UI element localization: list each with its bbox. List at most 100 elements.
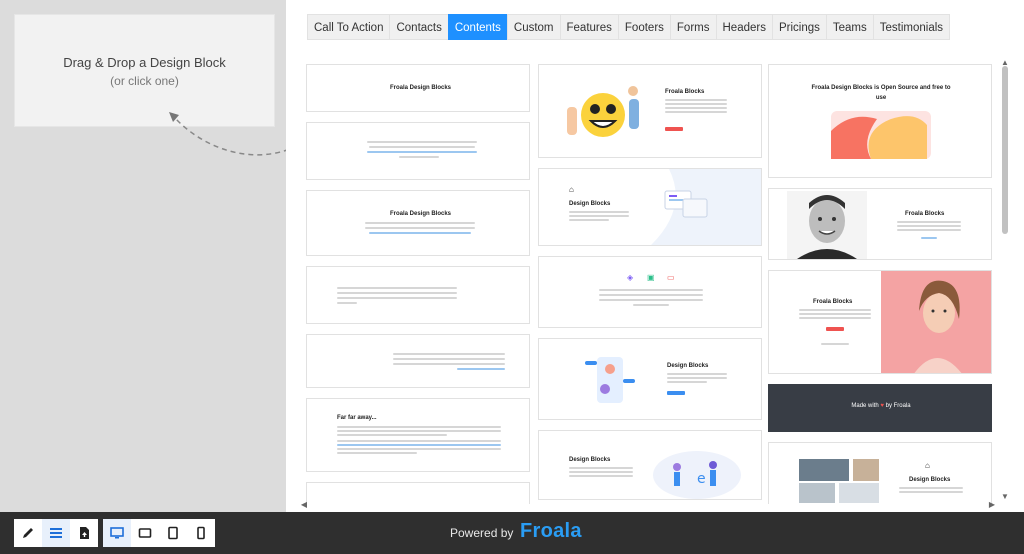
block-title: Design Blocks (569, 201, 611, 207)
block-title: Design Blocks (667, 363, 709, 369)
block-thumbnail[interactable]: Froala Blocks (768, 188, 992, 260)
blocks-column-1: Froala Design Blocks Froala Design Block… (306, 64, 530, 504)
block-thumbnail[interactable] (306, 334, 530, 388)
made-with-label: Made with ♥ by Froala (769, 403, 991, 409)
text-line (633, 304, 669, 306)
desktop-view-button[interactable] (103, 519, 131, 547)
block-thumbnail[interactable]: Froala Design Blocks is Open Source and … (768, 64, 992, 178)
block-thumbnail[interactable]: Froala Design Blocks (306, 64, 530, 112)
chat-people-illustration-icon (585, 357, 635, 403)
scroll-thumb[interactable] (1002, 66, 1008, 234)
scroll-left-icon[interactable]: ◀ (300, 500, 308, 509)
tab-footers[interactable]: Footers (617, 14, 671, 40)
github-icon: ⌂ (925, 461, 930, 470)
text-line (367, 151, 477, 153)
block-thumbnail[interactable]: ◈ ▣ ▭ (538, 256, 762, 328)
mobile-view-button[interactable] (187, 519, 215, 547)
tablet-icon (168, 526, 178, 540)
tablet-view-button[interactable] (159, 519, 187, 547)
text-line (569, 211, 629, 213)
blocks-column-2: Froala Blocks ⌂ Design Blocks ◈ ▣ ▭ Desi… (538, 64, 762, 504)
text-line (337, 430, 501, 432)
monitor-icon: ▭ (667, 273, 675, 282)
laptop-view-button[interactable] (131, 519, 159, 547)
desktop-icon (110, 527, 124, 539)
tab-headers[interactable]: Headers (715, 14, 773, 40)
text-line (393, 353, 505, 355)
tab-custom[interactable]: Custom (506, 14, 561, 40)
block-title: Design Blocks (909, 477, 951, 483)
emoji-illustration-icon (567, 86, 639, 137)
scroll-right-icon[interactable]: ▶ (988, 500, 996, 509)
text-line (667, 377, 727, 379)
text-line (599, 299, 703, 301)
text-line (667, 381, 707, 383)
block-thumbnail[interactable]: Froala Blocks (538, 64, 762, 158)
vertical-scrollbar[interactable]: ▲ ▼ (998, 58, 1012, 504)
tab-teams[interactable]: Teams (825, 14, 874, 40)
text-line (899, 487, 963, 489)
tab-contents[interactable]: Contents (447, 14, 508, 40)
block-thumbnail[interactable] (306, 266, 530, 324)
text-line (899, 491, 963, 493)
block-title: Froala Design Blocks is Open Source and … (811, 85, 951, 101)
tab-features[interactable]: Features (559, 14, 619, 40)
text-line (365, 222, 475, 224)
horizontal-scrollbar[interactable]: ◀ ▶ (300, 500, 1000, 510)
block-thumbnail[interactable]: Froala Design Blocks (306, 190, 530, 256)
scroll-down-icon[interactable]: ▼ (1001, 492, 1009, 501)
builder-stage: Drag & Drop a Design Block (or click one… (0, 0, 1024, 512)
froala-logo[interactable]: Froala (520, 520, 582, 543)
text-line (921, 237, 937, 239)
text-line (365, 227, 475, 229)
text-line (665, 107, 727, 109)
blocks-button[interactable] (42, 519, 70, 547)
tab-call-to-action[interactable]: Call To Action (307, 14, 391, 40)
text-line (599, 289, 703, 291)
pencil-icon (23, 528, 33, 538)
block-title: Froala Blocks (905, 211, 945, 217)
text-line (457, 368, 505, 370)
edit-tools-group (14, 519, 98, 547)
text-line (667, 373, 727, 375)
block-thumbnail[interactable] (306, 122, 530, 180)
text-line (337, 302, 357, 304)
tab-forms[interactable]: Forms (669, 14, 717, 40)
block-thumbnails-grid: Froala Design Blocks Froala Design Block… (306, 64, 998, 504)
edit-button[interactable] (14, 519, 42, 547)
block-title: Far far away... (337, 415, 377, 421)
category-tabs: Call To Action Contacts Contents Custom … (307, 14, 951, 40)
text-line (897, 229, 961, 231)
mobile-icon (197, 526, 205, 540)
blocks-panel: Call To Action Contacts Contents Custom … (286, 0, 1024, 512)
text-line (569, 215, 629, 217)
tab-contacts[interactable]: Contacts (389, 14, 449, 40)
block-thumbnail[interactable]: ⌂ Design Blocks (538, 168, 762, 246)
text-line (337, 440, 501, 442)
text-line (799, 309, 871, 311)
text-line (393, 363, 505, 365)
tab-testimonials[interactable]: Testimonials (872, 14, 951, 40)
block-thumbnail[interactable]: Design Blocks (538, 338, 762, 420)
block-title: Froala Design Blocks (390, 211, 452, 217)
layers-icon: ◈ (627, 273, 634, 282)
text-line (337, 292, 457, 294)
cta-button-thumb (667, 391, 685, 395)
block-title: Froala Blocks (813, 299, 853, 305)
text-line (367, 141, 477, 143)
text-line (337, 434, 447, 436)
text-line (337, 287, 457, 289)
block-thumbnail[interactable]: Design Blocks e (538, 430, 762, 500)
export-button[interactable] (70, 519, 98, 547)
text-line (799, 317, 871, 319)
block-thumbnail[interactable]: Far far away... (306, 398, 530, 472)
text-line (799, 313, 871, 315)
team-illustration-icon: e (653, 451, 741, 499)
block-thumbnail[interactable]: Froala Blocks (768, 270, 992, 374)
block-thumbnail[interactable]: ⌂ Design Blocks (768, 442, 992, 504)
wave-background-icon (650, 169, 761, 245)
text-line (569, 471, 633, 473)
tab-pricings[interactable]: Pricings (771, 14, 827, 40)
block-thumbnail[interactable]: Made with ♥ by Froala (768, 384, 992, 432)
text-line (369, 232, 471, 234)
